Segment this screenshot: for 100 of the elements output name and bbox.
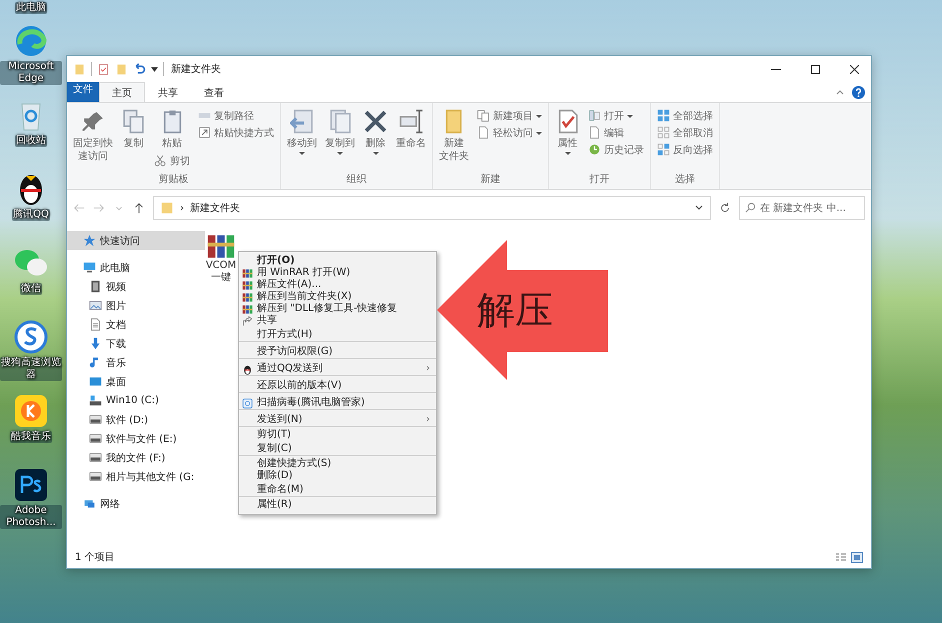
ribbon-group-label: 打开 — [588, 173, 610, 187]
ribbon-tab[interactable]: 共享 — [145, 82, 191, 102]
search-icon — [745, 202, 756, 213]
nav-item[interactable]: 软件与文件 (E:) — [67, 429, 205, 448]
move-icon — [290, 109, 314, 134]
ribbon-button[interactable]: 删除 — [360, 107, 391, 157]
music-app-icon[interactable] — [14, 394, 48, 428]
ribbon-button[interactable]: 移动到 — [284, 107, 320, 157]
ribbon-button[interactable]: 新建项目 — [474, 107, 545, 124]
pin-icon — [80, 109, 106, 134]
ribbon-button[interactable]: 复制路径 — [195, 107, 277, 124]
nav-item[interactable]: 我的文件 (F:) — [67, 448, 205, 467]
submenu-arrow-icon: › — [426, 363, 430, 375]
page-icon — [477, 126, 490, 139]
path-separator: › — [180, 202, 184, 214]
menu-item[interactable]: 打开方式(H) — [239, 327, 436, 342]
nav-item[interactable]: 软件 (D:) — [67, 410, 205, 429]
nav-item[interactable]: 音乐 — [67, 353, 205, 372]
maximize-icon — [810, 64, 820, 74]
menu-item[interactable]: 删除(D) — [239, 470, 436, 482]
grid-icon — [657, 109, 670, 122]
drive-icon — [89, 451, 102, 464]
s-logo-icon[interactable] — [14, 320, 48, 354]
ribbon-button[interactable]: 剪切 — [151, 152, 193, 169]
ribbon-button[interactable]: 复制到 — [322, 107, 358, 157]
ribbon-button[interactable]: 新建 文件夹 — [436, 107, 472, 165]
ribbon-button[interactable]: 历史记录 — [585, 141, 647, 158]
nav-item[interactable]: 下载 — [67, 334, 205, 353]
delete-icon — [363, 109, 388, 134]
ribbon-tab[interactable]: 查看 — [191, 82, 237, 102]
ribbon-button[interactable]: 打开 — [585, 107, 647, 124]
folder-icon — [160, 201, 174, 215]
ribbon-tab[interactable]: 主页 — [99, 82, 145, 102]
forward-arrow-icon[interactable] — [93, 202, 105, 214]
address-bar[interactable]: › 新建文件夹 — [153, 196, 711, 220]
collapse-ribbon-icon[interactable] — [836, 89, 844, 95]
item-count: 1 个项目 — [75, 551, 115, 564]
nav-item[interactable]: Win10 (C:) — [67, 391, 205, 410]
refresh-icon[interactable] — [719, 202, 731, 214]
menu-item[interactable]: 解压文件(A)... — [239, 279, 436, 291]
menu-item[interactable]: 授予访问权限(G) — [239, 344, 436, 359]
menu-item[interactable]: 剪切(T) — [239, 429, 436, 441]
nav-item[interactable]: 文档 — [67, 315, 205, 334]
help-icon[interactable] — [852, 86, 865, 98]
nav-item[interactable]: 此电脑 — [67, 258, 205, 277]
undo-icon[interactable] — [133, 62, 146, 76]
ribbon-button[interactable]: 固定到快 速访问 — [70, 107, 116, 165]
menu-item[interactable]: 发送到(N) › — [239, 412, 436, 427]
ribbon-button[interactable]: 属性 — [552, 107, 583, 157]
ribbon-button[interactable]: 编辑 — [585, 124, 647, 141]
menu-item[interactable]: 复制(C) — [239, 441, 436, 456]
monitor-icon — [83, 261, 96, 274]
page-icon — [588, 126, 601, 139]
menu-item[interactable]: 共享 — [239, 315, 436, 327]
ribbon-button[interactable]: 反向选择 — [654, 141, 716, 158]
ribbon-button[interactable]: 复制 — [118, 107, 149, 152]
menu-item[interactable]: 通过QQ发送到 › — [239, 361, 436, 376]
nav-item[interactable]: 相片与其他文件 (G: — [67, 467, 205, 486]
menu-item[interactable]: 还原以前的版本(V) — [239, 378, 436, 393]
up-arrow-icon[interactable] — [133, 202, 145, 214]
details-view-icon[interactable] — [835, 552, 847, 562]
menu-item[interactable]: 创建快捷方式(S) — [239, 458, 436, 470]
breadcrumb[interactable]: 新建文件夹 — [190, 201, 240, 215]
file-item[interactable]: VCOM 一键 — [205, 233, 237, 284]
desktop-icon — [89, 375, 102, 388]
menu-item[interactable]: 打开(O) — [239, 255, 436, 267]
ribbon-button[interactable]: 重命名 — [393, 107, 429, 152]
ribbon-tab[interactable]: 文件 — [67, 82, 99, 102]
search-field[interactable]: 在 新建文件夹 中... — [739, 196, 865, 220]
menu-item[interactable]: 解压到 "DLL修复工具-快速修复 — [239, 303, 436, 315]
menu-item[interactable]: 用 WinRAR 打开(W) — [239, 267, 436, 279]
pages-icon — [328, 109, 352, 134]
large-icons-view-icon[interactable] — [851, 552, 863, 562]
ribbon-button[interactable]: 轻松访问 — [474, 124, 545, 141]
back-arrow-icon[interactable] — [73, 202, 85, 214]
menu-item[interactable]: 解压到当前文件夹(X) — [239, 291, 436, 303]
ribbon-button[interactable]: 粘贴 — [156, 107, 188, 152]
document-icon — [89, 318, 102, 331]
nav-item[interactable]: 网络 — [67, 494, 205, 513]
ribbon-button[interactable]: 全部选择 — [654, 107, 716, 124]
nav-item[interactable]: 视频 — [67, 277, 205, 296]
ribbon-button[interactable]: 全部取消 — [654, 124, 716, 141]
menu-item[interactable]: 属性(R) — [239, 499, 436, 511]
annotation-label: 解压 — [477, 288, 553, 332]
nav-item[interactable]: 桌面 — [67, 372, 205, 391]
caret-icon[interactable] — [151, 66, 158, 72]
open-icon — [588, 109, 601, 122]
menu-item[interactable]: 重命名(M) — [239, 482, 436, 497]
ribbon-button[interactable]: 粘贴快捷方式 — [195, 124, 277, 141]
nav-item[interactable]: 图片 — [67, 296, 205, 315]
share-icon — [242, 316, 253, 326]
drive-icon — [89, 413, 102, 426]
ps-app-icon[interactable] — [14, 468, 48, 502]
history-icon — [588, 143, 601, 156]
film-icon — [89, 280, 102, 293]
swirl-icon[interactable] — [14, 24, 48, 58]
books-icon — [242, 280, 253, 290]
checklist-icon[interactable] — [97, 62, 110, 76]
menu-item[interactable]: 扫描病毒(腾讯电脑管家) — [239, 395, 436, 410]
nav-item[interactable]: 快速访问 — [67, 231, 205, 250]
